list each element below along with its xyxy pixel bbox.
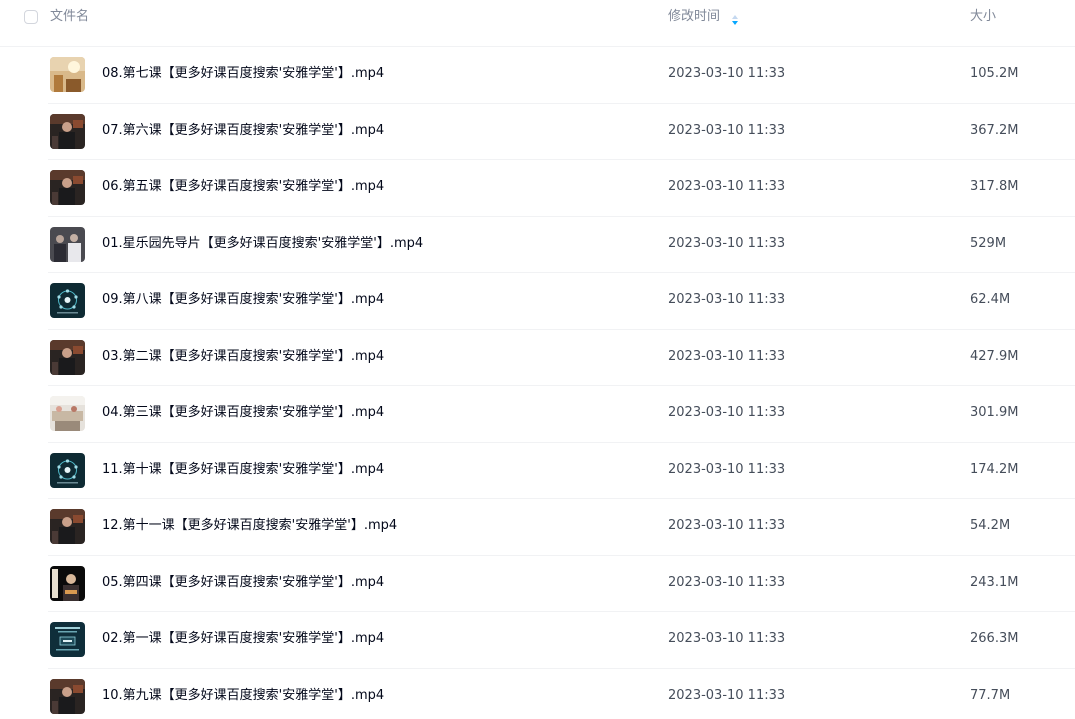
file-rows: 08.第七课【更多好课百度搜索'安雅学堂'】.mp4 2023-03-10 11:… [0, 47, 1075, 719]
file-name[interactable]: 05.第四课【更多好课百度搜索'安雅学堂'】.mp4 [102, 574, 384, 592]
video-thumbnail[interactable] [50, 226, 85, 262]
file-modified-time: 2023-03-10 11:33 [668, 66, 786, 81]
file-size: 174.2M [970, 461, 1019, 477]
file-row[interactable]: 02.第一课【更多好课百度搜索'安雅学堂'】.mp4 2023-03-10 11:… [48, 612, 1075, 669]
file-name[interactable]: 10.第九课【更多好课百度搜索'安雅学堂'】.mp4 [102, 687, 384, 705]
file-size: 427.9M [970, 348, 1019, 364]
file-name[interactable]: 08.第七课【更多好课百度搜索'安雅学堂'】.mp4 [102, 65, 384, 83]
file-size: 243.1M [970, 574, 1019, 590]
file-modified-time: 2023-03-10 11:33 [668, 235, 786, 251]
file-size: 105.2M [970, 66, 1019, 81]
file-size: 529M [970, 235, 1007, 251]
file-size: 266.3M [970, 631, 1019, 646]
file-modified-time: 2023-03-10 11:33 [668, 179, 786, 194]
file-modified-time: 2023-03-10 11:33 [668, 631, 786, 646]
file-modified-time: 2023-03-10 11:33 [668, 122, 786, 138]
file-name[interactable]: 02.第一课【更多好课百度搜索'安雅学堂'】.mp4 [102, 630, 384, 648]
column-header-size[interactable]: 大小 [970, 8, 996, 26]
file-row[interactable]: 09.第八课【更多好课百度搜索'安雅学堂'】.mp4 2023-03-10 11:… [48, 273, 1075, 330]
file-row[interactable]: 07.第六课【更多好课百度搜索'安雅学堂'】.mp4 2023-03-10 11:… [48, 104, 1075, 160]
column-header-name[interactable]: 文件名 [50, 8, 89, 26]
file-name[interactable]: 12.第十一课【更多好课百度搜索'安雅学堂'】.mp4 [102, 517, 397, 535]
file-size: 301.9M [970, 405, 1019, 420]
file-row[interactable]: 10.第九课【更多好课百度搜索'安雅学堂'】.mp4 2023-03-10 11:… [48, 669, 1075, 719]
file-size: 77.7M [970, 687, 1011, 703]
file-name[interactable]: 03.第二课【更多好课百度搜索'安雅学堂'】.mp4 [102, 348, 384, 366]
video-thumbnail[interactable] [50, 339, 85, 375]
file-row[interactable]: 04.第三课【更多好课百度搜索'安雅学堂'】.mp4 2023-03-10 11:… [48, 386, 1075, 443]
file-size: 54.2M [970, 518, 1011, 533]
file-name[interactable]: 07.第六课【更多好课百度搜索'安雅学堂'】.mp4 [102, 122, 384, 140]
file-row[interactable]: 08.第七课【更多好课百度搜索'安雅学堂'】.mp4 2023-03-10 11:… [48, 47, 1075, 104]
file-name[interactable]: 01.星乐园先导片【更多好课百度搜索'安雅学堂'】.mp4 [102, 235, 423, 253]
video-thumbnail[interactable] [50, 509, 85, 544]
video-thumbnail[interactable] [50, 622, 85, 657]
file-modified-time: 2023-03-10 11:33 [668, 574, 786, 590]
file-row[interactable]: 11.第十课【更多好课百度搜索'安雅学堂'】.mp4 2023-03-10 11:… [48, 443, 1075, 499]
file-modified-time: 2023-03-10 11:33 [668, 348, 786, 364]
video-thumbnail[interactable] [50, 678, 85, 714]
column-header-modified-time[interactable]: 修改时间 [668, 8, 720, 26]
file-size: 367.2M [970, 122, 1019, 138]
file-list: 文件名 修改时间 大小 08.第七课【更多好课百度搜索'安雅学堂'】.mp4 20… [0, 0, 1075, 719]
video-thumbnail[interactable] [50, 170, 85, 205]
file-name[interactable]: 09.第八课【更多好课百度搜索'安雅学堂'】.mp4 [102, 291, 384, 309]
video-thumbnail[interactable] [50, 565, 85, 601]
file-name[interactable]: 11.第十课【更多好课百度搜索'安雅学堂'】.mp4 [102, 461, 384, 479]
video-thumbnail[interactable] [50, 396, 85, 431]
video-thumbnail[interactable] [50, 283, 85, 318]
file-row[interactable]: 01.星乐园先导片【更多好课百度搜索'安雅学堂'】.mp4 2023-03-10 … [48, 217, 1075, 273]
file-modified-time: 2023-03-10 11:33 [668, 518, 786, 533]
file-name[interactable]: 06.第五课【更多好课百度搜索'安雅学堂'】.mp4 [102, 178, 384, 196]
file-size: 62.4M [970, 292, 1011, 307]
video-thumbnail[interactable] [50, 113, 85, 149]
select-all-checkbox[interactable] [24, 10, 38, 24]
file-row[interactable]: 03.第二课【更多好课百度搜索'安雅学堂'】.mp4 2023-03-10 11:… [48, 330, 1075, 386]
file-name[interactable]: 04.第三课【更多好课百度搜索'安雅学堂'】.mp4 [102, 404, 384, 422]
sort-descending-icon[interactable] [730, 11, 740, 25]
file-modified-time: 2023-03-10 11:33 [668, 405, 786, 420]
video-thumbnail[interactable] [50, 452, 85, 488]
file-size: 317.8M [970, 179, 1019, 194]
file-row[interactable]: 12.第十一课【更多好课百度搜索'安雅学堂'】.mp4 2023-03-10 11… [48, 499, 1075, 556]
video-thumbnail[interactable] [50, 57, 85, 92]
file-modified-time: 2023-03-10 11:33 [668, 687, 786, 703]
list-header: 文件名 修改时间 大小 [0, 0, 1075, 47]
file-modified-time: 2023-03-10 11:33 [668, 292, 786, 307]
file-row[interactable]: 05.第四课【更多好课百度搜索'安雅学堂'】.mp4 2023-03-10 11:… [48, 556, 1075, 612]
file-modified-time: 2023-03-10 11:33 [668, 461, 786, 477]
file-row[interactable]: 06.第五课【更多好课百度搜索'安雅学堂'】.mp4 2023-03-10 11:… [48, 160, 1075, 217]
